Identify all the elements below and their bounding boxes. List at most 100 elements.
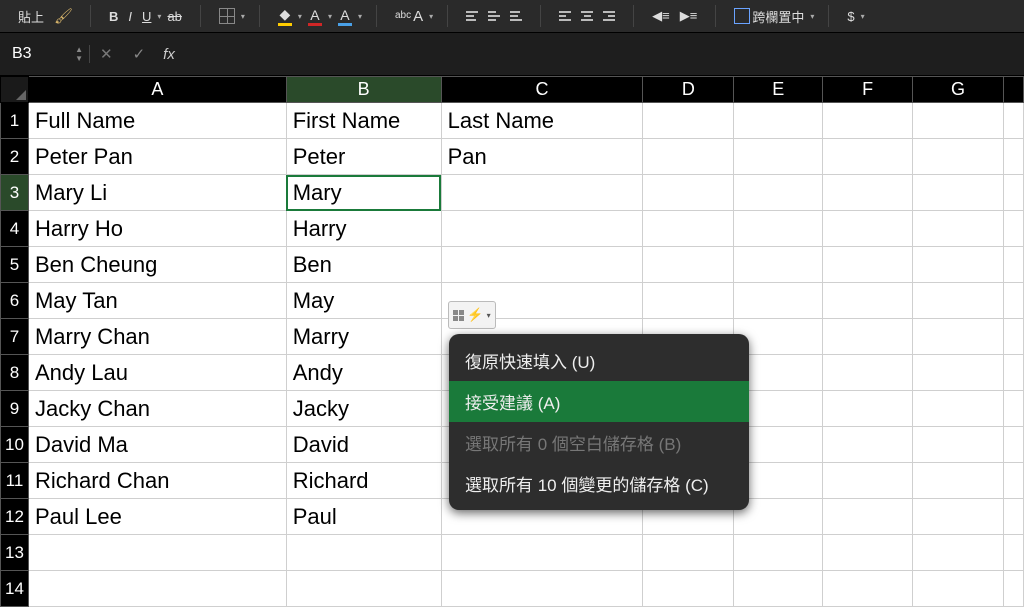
cell[interactable] [643,283,734,319]
cell[interactable]: Marry [286,319,441,355]
align-top-button[interactable] [462,8,482,24]
cell[interactable] [913,499,1004,535]
cell[interactable] [441,535,643,571]
cell[interactable] [1003,283,1023,319]
select-all-corner[interactable] [1,77,29,103]
cell[interactable] [913,571,1004,607]
cell[interactable]: Ben [286,247,441,283]
phonetic-button[interactable]: abcA [391,5,427,28]
down-icon[interactable]: ▼ [75,54,83,63]
cell[interactable]: May Tan [28,283,286,319]
cell[interactable] [643,175,734,211]
fill-color-button[interactable]: ◆ [274,3,296,29]
column-header[interactable]: D [643,77,734,103]
cell[interactable]: Marry Chan [28,319,286,355]
row-header[interactable]: 9 [1,391,29,427]
align-bottom-button[interactable] [506,8,526,24]
pen-color-button[interactable]: A [334,4,356,29]
column-header[interactable]: G [913,77,1004,103]
row-header[interactable]: 1 [1,103,29,139]
cell[interactable] [28,535,286,571]
row-header[interactable]: 10 [1,427,29,463]
cell[interactable]: May [286,283,441,319]
cell[interactable]: Pan [441,139,643,175]
cell[interactable] [734,283,823,319]
cell[interactable] [823,175,913,211]
cell[interactable]: Jacky [286,391,441,427]
cell[interactable] [1003,535,1023,571]
cell[interactable] [1003,355,1023,391]
cell[interactable] [913,535,1004,571]
align-center-button[interactable] [577,8,597,24]
row-header[interactable]: 13 [1,535,29,571]
cell[interactable] [823,499,913,535]
align-left-button[interactable] [555,8,575,24]
cell[interactable]: Peter [286,139,441,175]
cell[interactable] [1003,139,1023,175]
up-icon[interactable]: ▲ [75,45,83,54]
row-header[interactable]: 7 [1,319,29,355]
cell[interactable] [823,103,913,139]
cell[interactable] [913,175,1004,211]
cell[interactable] [823,283,913,319]
cell[interactable] [734,103,823,139]
cell[interactable] [286,571,441,607]
chevron-down-icon[interactable]: ▾ [298,12,302,21]
cell[interactable] [913,283,1004,319]
cell[interactable] [913,427,1004,463]
cell[interactable] [643,571,734,607]
cell[interactable] [1003,211,1023,247]
cell[interactable]: Richard [286,463,441,499]
cell[interactable]: Jacky Chan [28,391,286,427]
column-header[interactable] [1003,77,1023,103]
chevron-down-icon[interactable]: ▾ [358,12,362,21]
cell[interactable] [823,427,913,463]
cell[interactable] [913,355,1004,391]
cell[interactable]: Paul Lee [28,499,286,535]
cell[interactable] [441,571,643,607]
cell[interactable] [913,319,1004,355]
cancel-button[interactable]: ✕ [90,45,123,63]
row-header[interactable]: 8 [1,355,29,391]
name-box[interactable]: B3 ▲▼ [0,45,90,63]
cell[interactable]: Full Name [28,103,286,139]
menu-select-changed[interactable]: 選取所有 10 個變更的儲存格 (C) [449,463,749,504]
row-header[interactable]: 2 [1,139,29,175]
cell[interactable] [1003,463,1023,499]
cell[interactable] [1003,391,1023,427]
increase-indent-button[interactable]: ▶≡ [676,5,702,27]
cell[interactable]: Richard Chan [28,463,286,499]
cell[interactable] [1003,103,1023,139]
cell[interactable]: First Name [286,103,441,139]
cell[interactable] [643,139,734,175]
chevron-down-icon[interactable]: ▾ [328,12,332,21]
cell[interactable]: David [286,427,441,463]
cell[interactable] [734,175,823,211]
cell[interactable] [913,139,1004,175]
column-header[interactable]: A [28,77,286,103]
column-header[interactable]: E [734,77,823,103]
column-header[interactable]: C [441,77,643,103]
cell[interactable] [823,247,913,283]
cell[interactable] [1003,571,1023,607]
cell[interactable] [643,103,734,139]
cell[interactable]: Paul [286,499,441,535]
cell[interactable] [823,571,913,607]
paste-label[interactable]: 貼上 [14,4,48,29]
chevron-down-icon[interactable]: ▾ [241,12,245,21]
cell[interactable]: Andy [286,355,441,391]
row-header[interactable]: 11 [1,463,29,499]
italic-button[interactable]: I [124,6,136,27]
cell[interactable] [823,319,913,355]
cell[interactable] [734,139,823,175]
cell[interactable] [823,535,913,571]
cell[interactable] [913,463,1004,499]
row-header[interactable]: 14 [1,571,29,607]
cell[interactable]: Last Name [441,103,643,139]
cell[interactable] [28,571,286,607]
cell[interactable] [823,391,913,427]
row-header[interactable]: 5 [1,247,29,283]
cell[interactable] [643,211,734,247]
cell[interactable] [823,139,913,175]
cell[interactable] [441,247,643,283]
